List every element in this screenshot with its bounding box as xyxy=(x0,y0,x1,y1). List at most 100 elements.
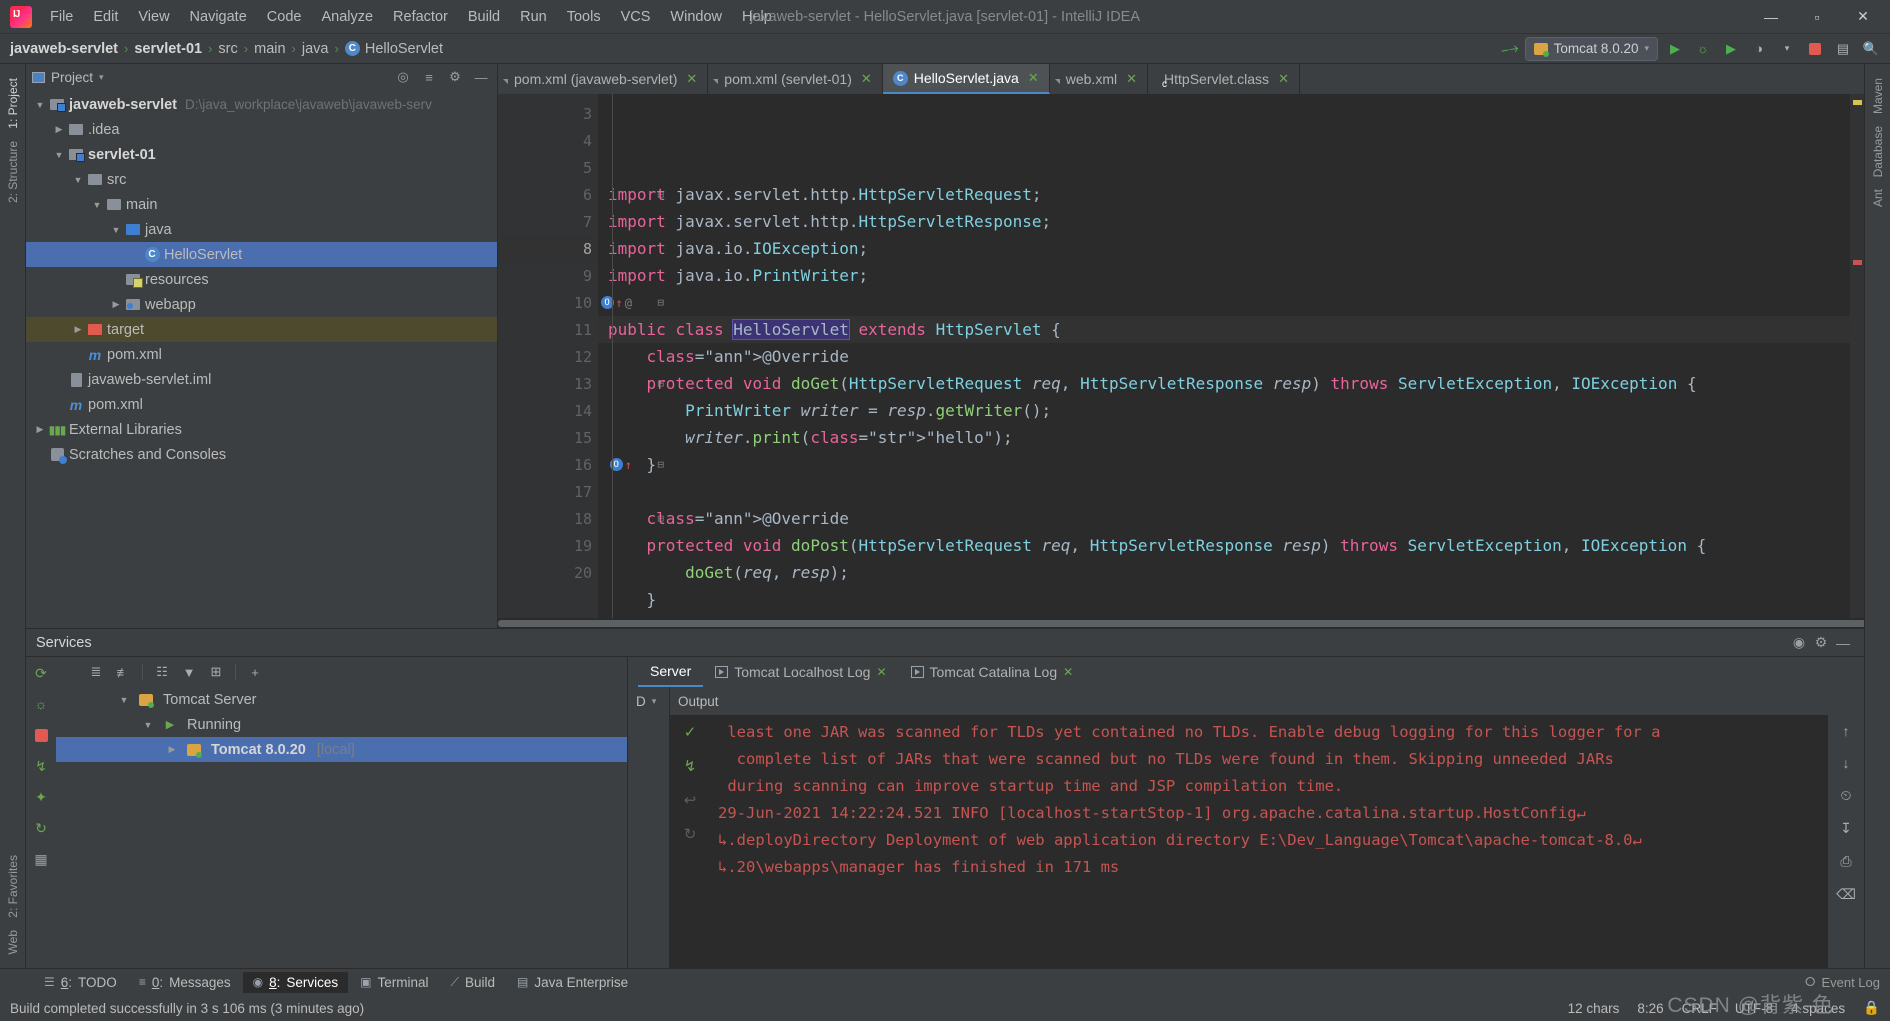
gutter-line-19[interactable]: 19 xyxy=(498,532,598,559)
gutter-line-12[interactable]: 12 xyxy=(498,343,598,370)
hide-icon[interactable]: — xyxy=(1832,632,1854,654)
gutter-line-7[interactable]: 7 xyxy=(498,208,598,235)
locate-icon[interactable]: ◎ xyxy=(393,67,413,87)
rerun-icon[interactable]: ↯ xyxy=(684,757,697,775)
tool-window-button-terminal[interactable]: ▣ Terminal xyxy=(350,972,438,993)
code-content[interactable]: import javax.servlet.http.HttpServletReq… xyxy=(598,94,1850,618)
code-line-18[interactable]: } xyxy=(598,586,1850,613)
chevron-down-icon[interactable]: ▾ xyxy=(1776,38,1798,60)
gutter-line-13[interactable]: ⊟ 13 xyxy=(498,370,664,397)
gutter-line-10[interactable]: O ↑ @ ⊟ 10 xyxy=(498,289,664,316)
editor-tab-bar[interactable]: pom.xml (javaweb-servlet) ✕ pom.xml (servl… xyxy=(498,64,1864,94)
settings-gear-icon[interactable]: ⚙ xyxy=(1810,632,1832,654)
scroll-down-icon[interactable]: ↓ xyxy=(1843,755,1850,771)
services-tab-bar[interactable]: Server Tomcat Localhost Log ✕ Tomcat Catali… xyxy=(628,657,1864,687)
run-with-profiler-button[interactable]: ▶ xyxy=(1720,38,1742,60)
tree-expand-arrow-icon[interactable]: ▼ xyxy=(70,175,86,185)
scroll-up-icon[interactable]: ↑ xyxy=(1843,723,1850,739)
scroll-end-icon[interactable]: ↧ xyxy=(1840,820,1852,837)
tree-expand-arrow-icon[interactable]: ▶ xyxy=(51,374,67,385)
chevron-down-icon[interactable]: ▾ xyxy=(99,72,104,83)
print-icon[interactable]: ⎙ xyxy=(1840,853,1851,870)
debug-icon[interactable]: ☼ xyxy=(31,694,51,714)
add-icon[interactable]: + xyxy=(243,661,267,683)
console-output[interactable]: least one JAR was scanned for TLDs yet c… xyxy=(710,715,1828,968)
main-menu[interactable]: File Edit View Navigate Code Analyze Ref… xyxy=(40,5,782,29)
tree-expand-arrow-icon[interactable]: ▼ xyxy=(32,100,48,110)
refresh-icon[interactable]: ↻ xyxy=(31,818,51,838)
services-tree-item-tomcat-8-0-20[interactable]: ▶ Tomcat 8.0.20 [local] xyxy=(56,737,627,762)
rail-item-favorites[interactable]: 2: Favorites xyxy=(6,855,20,918)
collapse-all-icon[interactable]: ≢ xyxy=(111,661,135,683)
code-line-16[interactable]: protected void doPost(HttpServletRequest… xyxy=(598,532,1850,559)
close-icon[interactable]: ✕ xyxy=(861,71,872,87)
rail-item-database[interactable]: Database xyxy=(1871,126,1885,177)
tree-expand-arrow-icon[interactable]: ▼ xyxy=(108,225,124,235)
tree-item-pom-xml[interactable]: ▶m pom.xml xyxy=(26,342,497,367)
tree-expand-arrow-icon[interactable]: ▶ xyxy=(32,449,48,460)
rail-item-maven[interactable]: Maven xyxy=(1871,78,1885,114)
group-by-icon[interactable]: ☷ xyxy=(150,661,174,683)
lock-icon[interactable]: 🔒 xyxy=(1863,1000,1880,1016)
code-line-14[interactable] xyxy=(598,478,1850,505)
menu-item-window[interactable]: Window xyxy=(660,5,732,29)
breadcrumb-project[interactable]: javaweb-servlet xyxy=(10,41,118,57)
code-line-12[interactable]: writer.print(class="str">"hello"); xyxy=(598,424,1850,451)
tree-expand-arrow-icon[interactable]: ▼ xyxy=(51,150,67,160)
code-line-3[interactable]: import javax.servlet.http.HttpServletReq… xyxy=(598,181,1850,208)
code-line-8[interactable]: public class HelloServlet extends HttpSe… xyxy=(598,316,1850,343)
tool-window-button-todo[interactable]: ☰ 6: TODO xyxy=(34,972,127,993)
event-log-button[interactable]: ⭘ Event Log xyxy=(1805,974,1890,990)
run-button[interactable]: ▶ xyxy=(1664,38,1686,60)
tool-window-button-services[interactable]: ◉ 8: Services xyxy=(242,971,349,993)
code-line-15[interactable]: class="ann">@Override xyxy=(598,505,1850,532)
services-tab-tomcat-localhost-log[interactable]: Tomcat Localhost Log ✕ xyxy=(703,657,898,687)
menu-item-refactor[interactable]: Refactor xyxy=(383,5,458,29)
close-icon[interactable]: ✕ xyxy=(1278,71,1289,87)
tree-item-java[interactable]: ▼ java xyxy=(26,217,497,242)
gutter-line-11[interactable]: 11 xyxy=(498,316,598,343)
tool-window-button-messages[interactable]: ≡ 0: Messages xyxy=(129,972,241,993)
gutter-line-16[interactable]: O ↑ ⊟ 16 xyxy=(498,451,664,478)
console-selector[interactable]: D ▾ xyxy=(628,687,669,715)
tree-item-external-libraries[interactable]: ▶ ▮▮▮ External Libraries xyxy=(26,417,497,442)
editor-tab-helloservlet-java[interactable]: C HelloServlet.java ✕ xyxy=(882,64,1050,94)
tree-expand-arrow-icon[interactable]: ▶ xyxy=(127,249,143,260)
code-line-4[interactable]: import javax.servlet.http.HttpServletRes… xyxy=(598,208,1850,235)
coverage-button[interactable]: ◑ xyxy=(1748,38,1770,60)
rail-item-structure[interactable]: 2: Structure xyxy=(6,141,20,203)
settings-gear-icon[interactable]: ⚙ xyxy=(445,67,465,87)
close-icon[interactable]: ✕ xyxy=(876,665,886,679)
menu-item-tools[interactable]: Tools xyxy=(557,5,611,29)
tree-expand-arrow-icon[interactable]: ▼ xyxy=(89,200,105,210)
tree-expand-arrow-icon[interactable]: ▶ xyxy=(32,424,48,435)
error-stripe-marker-bar[interactable] xyxy=(1850,94,1864,618)
editor-tab-web-xml[interactable]: web.xml ✕ xyxy=(1050,64,1149,94)
rail-item-project[interactable]: 1: Project xyxy=(6,78,20,129)
gutter-line-6[interactable]: ⊟ 6 xyxy=(498,181,664,208)
tree-item-src[interactable]: ▼ src xyxy=(26,167,497,192)
run-configuration-selector[interactable]: Tomcat 8.0.20 ▾ xyxy=(1524,36,1658,61)
tree-item-resources[interactable]: ▶ resources xyxy=(26,267,497,292)
layout-button[interactable]: ▤ xyxy=(1832,38,1854,60)
breadcrumb-java[interactable]: java xyxy=(302,41,329,57)
settings-icon[interactable]: ✦ xyxy=(31,787,51,807)
breadcrumb-module[interactable]: servlet-01 xyxy=(134,41,202,57)
rerun-icon[interactable]: ⟳ xyxy=(31,663,51,683)
tree-item-target[interactable]: ▶ target xyxy=(26,317,497,342)
tree-item-javaweb-servlet-iml[interactable]: ▶ javaweb-servlet.iml xyxy=(26,367,497,392)
editor-viewport[interactable]: 3 4 5 ⊟ 6 7 8 9 O ↑ @ ⊟ 10 11 12 ⊟ 13 14 15 O ↑ ⊟ 16 17 ⊟ 18 19 20 … xyxy=(498,94,1864,618)
tree-item--idea[interactable]: ▶ .idea xyxy=(26,117,497,142)
clear-icon[interactable]: ⌫ xyxy=(1836,886,1856,903)
tree-item-javaweb-servlet[interactable]: ▼ javaweb-servlet D:\java_workplace\javawe… xyxy=(26,92,497,117)
editor-tab-httpservlet-class[interactable]: HttpServlet.class ✕ xyxy=(1148,64,1300,94)
menu-item-run[interactable]: Run xyxy=(510,5,557,29)
editor-tab-pom-xml-javaweb-servlet-[interactable]: pom.xml (javaweb-servlet) ✕ xyxy=(498,64,709,94)
tool-window-bar[interactable]: ☰ 6: TODO ≡ 0: Messages ◉ 8: Services ▣ Termina… xyxy=(0,968,1890,995)
menu-item-file[interactable]: File xyxy=(40,5,83,29)
gutter-line-20[interactable]: 20 xyxy=(498,559,598,586)
breadcrumb-main[interactable]: main xyxy=(254,41,285,57)
close-icon[interactable]: ✕ xyxy=(1126,71,1137,87)
status-caret-position[interactable]: 8:26 xyxy=(1637,1001,1663,1016)
minimize-button[interactable]: — xyxy=(1748,1,1794,33)
